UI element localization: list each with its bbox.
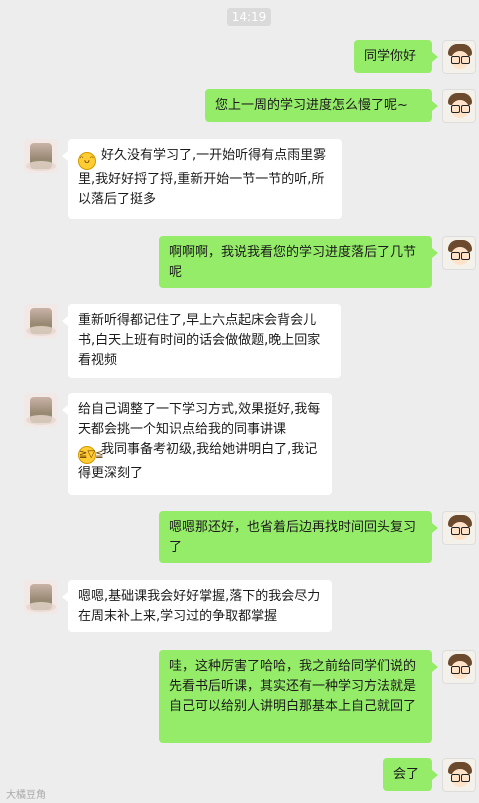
watermark: 大橘豆角 (6, 790, 46, 801)
laugh-emoji: ≧▽≦ (78, 446, 103, 464)
my-avatar[interactable] (442, 236, 476, 270)
message-bubble[interactable]: 会了 (383, 758, 438, 791)
message-bubble[interactable]: 嗯嗯那还好，也省着后边再找时间回头复习了 (159, 511, 438, 563)
message-text: 我同事备考初级,我给她讲明白了,我记得更深刻了 (78, 442, 318, 481)
message-bubble[interactable]: 啊啊啊，我说我看您的学习进度落后了几节呢 (159, 236, 438, 288)
grin-emoji: ᵔᴗᵔ (78, 152, 96, 170)
my-avatar[interactable] (442, 758, 476, 792)
my-avatar[interactable] (442, 40, 476, 74)
my-avatar[interactable] (442, 89, 476, 123)
message-bubble[interactable]: 您上一周的学习进度怎么慢了呢~ (205, 89, 438, 122)
message-bubble[interactable]: 同学你好 (354, 40, 438, 73)
contact-avatar[interactable] (24, 139, 58, 173)
message-bubble[interactable]: 重新听得都记住了,早上六点起床会背会儿书,白天上班有时间的话会做做题,晚上回家看… (62, 304, 341, 378)
contact-avatar[interactable] (24, 393, 58, 427)
my-avatar[interactable] (442, 511, 476, 545)
my-avatar[interactable] (442, 650, 476, 684)
message-text: 好久没有学习了,一开始听得有点雨里雾里,我好好捋了捋,重新开始一节一节的听,所以… (78, 148, 327, 207)
message-bubble[interactable]: 哇，这种厉害了哈哈，我之前给同学们说的先看书后听课，其实还有一种学习方法就是自己… (159, 650, 438, 743)
contact-avatar[interactable] (24, 304, 58, 338)
message-text: 给自己调整了一下学习方式,效果挺好,我每天都会挑一个知识点给我的同事讲课 (78, 402, 321, 437)
message-bubble[interactable]: 嗯嗯,基础课我会好好掌握,落下的我会尽力在周末补上来,学习过的争取都掌握 (62, 580, 332, 632)
message-bubble[interactable]: 给自己调整了一下学习方式,效果挺好,我每天都会挑一个知识点给我的同事讲课 ≧▽≦… (62, 393, 332, 495)
message-bubble[interactable]: ᵔᴗᵔ 好久没有学习了,一开始听得有点雨里雾里,我好好捋了捋,重新开始一节一节的听… (62, 139, 342, 219)
contact-avatar[interactable] (24, 580, 58, 614)
timestamp: 14:19 (227, 8, 271, 26)
